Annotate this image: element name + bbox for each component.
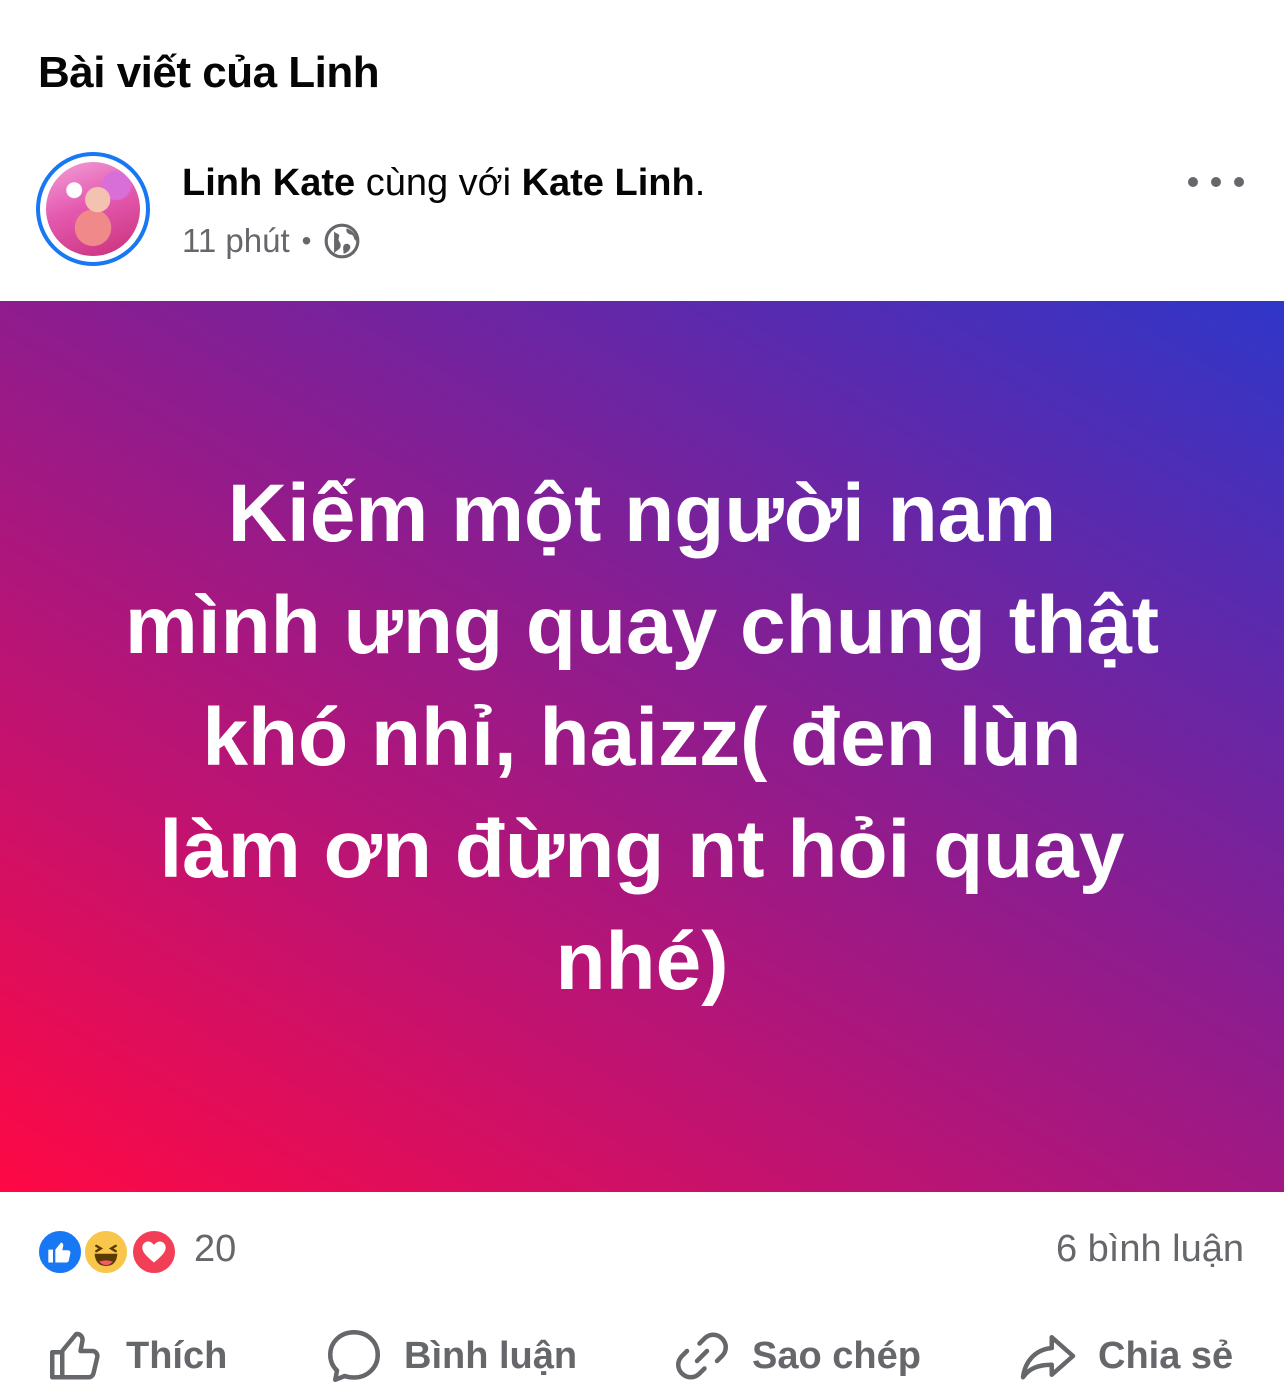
page-title: Bài viết của Linh [38,48,380,97]
copy-link-button[interactable]: Sao chép [672,1322,921,1390]
post-time[interactable]: 11 phút [182,222,290,260]
post-background-card: Kiếm một người nam mình ưng quay chung t… [0,301,1284,1192]
like-icon [36,1228,84,1276]
copy-label: Sao chép [752,1334,921,1377]
thumbs-up-icon [50,1331,100,1380]
with-text: cùng với [365,162,512,204]
comment-button[interactable]: Bình luận [324,1322,577,1390]
avatar[interactable] [36,152,150,266]
comment-count[interactable]: 6 bình luận [1056,1228,1244,1271]
post-header: Linh Kate cùng với Kate Linh. 11 phút • [0,150,1284,280]
comment-label: Bình luận [404,1334,578,1377]
avatar-image [46,162,140,256]
haha-icon [82,1228,130,1276]
reactions-row: 20 6 bình luận [0,1222,1284,1282]
meta-separator: • [301,225,312,256]
author-name[interactable]: Linh Kate [182,162,355,204]
share-icon [1020,1335,1076,1380]
like-label: Thích [126,1334,228,1377]
post-meta: 11 phút • [182,222,361,260]
period: . [694,162,706,204]
author-line: Linh Kate cùng với Kate Linh. [182,162,705,205]
like-button[interactable]: Thích [46,1322,227,1390]
share-label: Chia sẻ [1098,1334,1234,1377]
globe-icon[interactable] [323,222,361,260]
reaction-icons[interactable] [36,1228,186,1276]
comment-icon [328,1330,380,1382]
share-button[interactable]: Chia sẻ [1018,1322,1233,1390]
more-options-icon[interactable] [1188,170,1244,194]
post-text: Kiếm một người nam mình ưng quay chung t… [124,467,1160,1007]
tagged-user[interactable]: Kate Linh [522,162,695,204]
action-bar: Thích Bình luận Sao chép Chia sẻ [0,1322,1284,1390]
link-icon [676,1332,728,1380]
love-icon [130,1228,178,1276]
reaction-count[interactable]: 20 [194,1228,236,1271]
